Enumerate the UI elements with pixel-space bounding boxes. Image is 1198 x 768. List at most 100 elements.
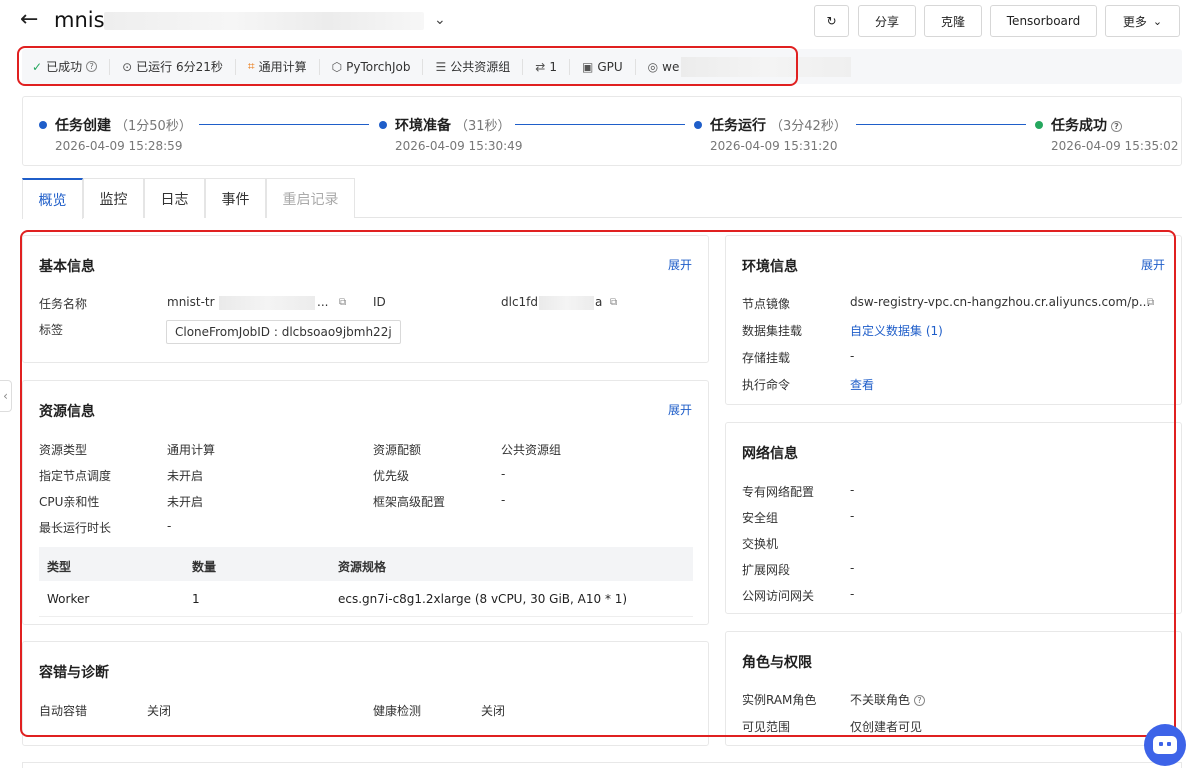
card-title: 基本信息 xyxy=(39,259,95,275)
copy-icon[interactable]: ⧉ xyxy=(339,297,346,308)
page-title: mnis xyxy=(54,8,105,32)
page-header: ← mnis ⌄ ↻ 分享 克隆 Tensorboard 更多 ⌄ xyxy=(0,0,1198,44)
copy-icon[interactable]: ⧉ xyxy=(610,297,617,308)
field-value: 未开启 xyxy=(167,495,204,509)
refresh-button[interactable]: ↻ xyxy=(814,5,849,37)
column-header: 类型 xyxy=(47,560,72,574)
status-success: ✓ 已成功 ? xyxy=(32,58,111,75)
compute-icon: ⌗ xyxy=(247,59,255,73)
clone-button[interactable]: 克隆 xyxy=(924,5,982,37)
task-name-suffix: ... xyxy=(317,295,329,309)
field-value: 通用计算 xyxy=(167,443,216,457)
next-card-edge xyxy=(22,762,1182,768)
framework-text: PyTorchJob xyxy=(346,59,411,74)
environment-info-card: 环境信息 展开 节点镜像 dsw-registry-vpc.cn-hangzho… xyxy=(725,235,1182,405)
stage-name: 任务成功 xyxy=(1051,118,1107,134)
stage-name: 任务运行 xyxy=(710,118,766,134)
help-icon[interactable]: ? xyxy=(1111,121,1122,132)
assistant-bot-icon[interactable] xyxy=(1144,724,1186,766)
chevron-down-icon: ⌄ xyxy=(1152,14,1163,28)
status-user: ◎ we xyxy=(636,56,864,77)
job-timeline: 任务创建 （1分50秒） 2026-04-09 15:28:59 环境准备 （31秒… xyxy=(22,96,1182,166)
tab-events[interactable]: 事件 xyxy=(205,178,266,218)
field-value: - xyxy=(850,483,855,497)
field-label: 存储挂载 xyxy=(742,351,791,365)
card-title: 环境信息 xyxy=(742,259,798,275)
basic-info-card: 基本信息 展开 任务名称 mnist-tr ... ⧉ ID dlc1fd a … xyxy=(22,235,709,363)
field-label: 安全组 xyxy=(742,511,779,525)
stage-dot xyxy=(1035,121,1043,129)
status-resource-group: ☰ 公共资源组 xyxy=(423,58,524,75)
network-info-card: 网络信息 专有网络配置 - 安全组 - 交换机 扩展网段 - 公网访问网关 - xyxy=(725,422,1182,614)
field-label: 专有网络配置 xyxy=(742,485,815,499)
id-value: dlc1fd xyxy=(501,295,539,309)
card-title: 网络信息 xyxy=(742,446,798,462)
field-value: - xyxy=(850,509,855,523)
field-value: 公共资源组 xyxy=(501,443,562,457)
tab-logs[interactable]: 日志 xyxy=(144,178,205,218)
expand-link[interactable]: 展开 xyxy=(668,401,692,418)
role-permission-card: 角色与权限 实例RAM角色 不关联角色? 可见范围 仅创建者可见 xyxy=(725,631,1182,746)
job-status-bar: ✓ 已成功 ? ⊙ 已运行 6分21秒 ⌗ 通用计算 ⬡ PyTorchJob … xyxy=(22,49,1182,84)
more-button[interactable]: 更多 ⌄ xyxy=(1105,5,1180,37)
field-label: 公网访问网关 xyxy=(742,589,815,603)
share-button[interactable]: 分享 xyxy=(858,5,916,37)
table-cell: 1 xyxy=(192,592,200,606)
field-value: - xyxy=(167,519,172,533)
back-arrow-icon[interactable]: ← xyxy=(20,8,44,34)
tab-overview[interactable]: 概览 xyxy=(22,178,83,219)
field-label: 交换机 xyxy=(742,537,779,551)
expand-link[interactable]: 展开 xyxy=(668,256,692,273)
field-value: - xyxy=(850,587,855,601)
compute-text: 通用计算 xyxy=(258,60,307,74)
timeline-connector xyxy=(515,124,685,125)
tensorboard-button[interactable]: Tensorboard xyxy=(990,5,1097,37)
resource-group-text: 公共资源组 xyxy=(450,60,511,74)
field-label: 扩展网段 xyxy=(742,563,791,577)
status-runtime: ⊙ 已运行 6分21秒 xyxy=(110,58,236,75)
status-compute: ⌗ 通用计算 xyxy=(236,58,320,75)
copy-icon[interactable]: ⧉ xyxy=(1147,297,1154,308)
field-value: - xyxy=(850,561,855,575)
field-label: 资源配额 xyxy=(373,443,422,457)
title-redaction xyxy=(104,12,424,30)
timeline-connector xyxy=(199,124,369,125)
ram-role-value: 不关联角色? xyxy=(850,691,926,708)
timeline-connector xyxy=(856,124,1026,125)
redaction xyxy=(539,296,594,310)
refresh-icon: ↻ xyxy=(826,14,837,28)
expand-link[interactable]: 展开 xyxy=(1141,256,1165,273)
field-value: - xyxy=(501,467,506,481)
table-cell: Worker xyxy=(47,592,90,606)
user-icon: ◎ xyxy=(647,59,659,74)
dataset-link[interactable]: 自定义数据集 (1) xyxy=(850,322,943,339)
tab-monitor[interactable]: 监控 xyxy=(83,178,144,218)
status-framework: ⬡ PyTorchJob xyxy=(320,58,424,75)
chevron-down-icon[interactable]: ⌄ xyxy=(434,12,450,28)
ram-role-text: 不关联角色 xyxy=(850,693,911,707)
gpu-text: GPU xyxy=(597,59,623,74)
resource-table: 类型 数量 资源规格 Worker 1 ecs.gn7i-c8g1.2xlarg… xyxy=(39,547,693,617)
field-label: 指定节点调度 xyxy=(39,469,112,483)
field-label: 可见范围 xyxy=(742,720,791,734)
table-row: Worker 1 ecs.gn7i-c8g1.2xlarge (8 vCPU, … xyxy=(39,581,693,617)
field-value: 关闭 xyxy=(481,704,506,718)
stage-duration: （31秒） xyxy=(455,119,511,134)
stage-time: 2026-04-09 15:30:49 xyxy=(395,139,523,153)
nodes-text: 1 xyxy=(549,59,557,74)
help-icon[interactable]: ? xyxy=(86,61,98,72)
pytorch-icon: ⬡ xyxy=(331,59,343,74)
help-icon[interactable]: ? xyxy=(914,695,926,706)
runtime-text: 已运行 6分21秒 xyxy=(136,60,223,74)
field-label: 执行命令 xyxy=(742,378,791,392)
nodes-icon: ⇄ xyxy=(535,59,546,74)
resource-info-card: 资源信息 展开 资源类型 通用计算 资源配额 公共资源组 指定节点调度 未开启 … xyxy=(22,380,709,625)
check-icon: ✓ xyxy=(32,59,43,74)
view-command-link[interactable]: 查看 xyxy=(850,376,874,393)
collapse-sidebar-icon[interactable]: ‹ xyxy=(0,380,12,412)
user-redaction xyxy=(681,56,852,77)
table-cell: ecs.gn7i-c8g1.2xlarge (8 vCPU, 30 GiB, A… xyxy=(338,592,628,606)
tag-chip: CloneFromJobID : dlcbsoao9jbmh22j xyxy=(166,320,401,344)
stage-name: 环境准备 xyxy=(395,118,451,134)
task-name-value: mnist-tr xyxy=(167,295,215,309)
